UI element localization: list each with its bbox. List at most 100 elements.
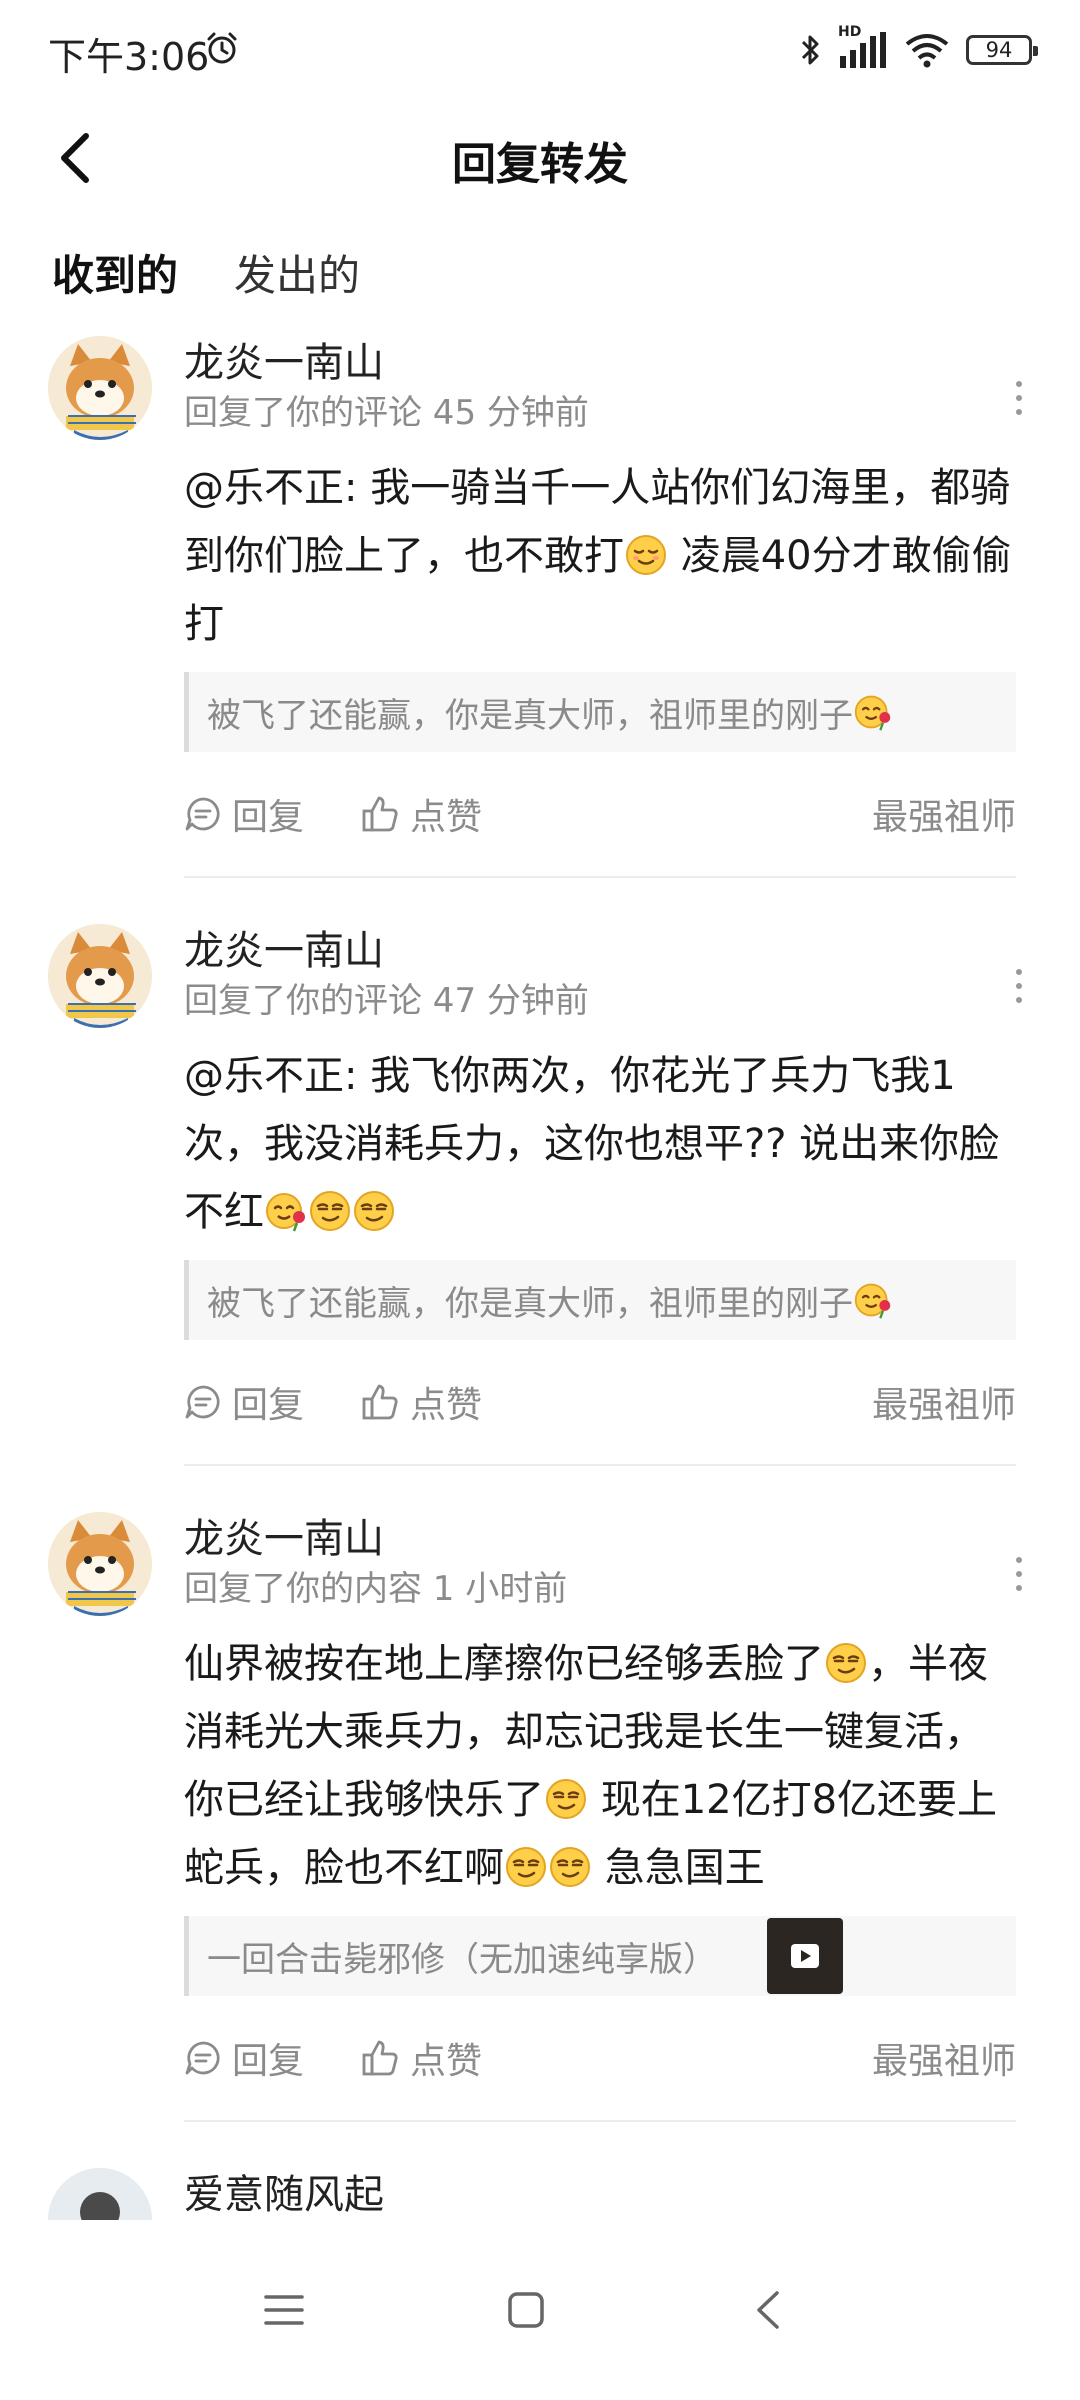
bluetooth-icon: [801, 35, 819, 65]
reply-button[interactable]: 回复: [184, 2032, 304, 2084]
smirk-emoji-icon: [826, 1643, 866, 1683]
quoted-video-title: 一回合击毙邪修（无加速纯享版）: [207, 1939, 717, 1980]
like-button[interactable]: 点赞: [360, 2032, 482, 2084]
like-button[interactable]: 点赞: [360, 788, 482, 840]
list-item: 龙炎一南山 回复了你的评论 47 分钟前 @乐不正: 我飞你两次，你花光了兵力飞…: [0, 918, 1080, 1466]
smirk-emoji-icon: [354, 1191, 394, 1231]
more-options-button[interactable]: [1004, 956, 1034, 1016]
title-bar: 回复转发: [0, 110, 1080, 210]
avatar[interactable]: [48, 924, 152, 1028]
thumbs-up-icon: [362, 2040, 398, 2076]
rose-smile-emoji-icon: [854, 695, 891, 731]
home-button[interactable]: [486, 2270, 566, 2350]
avatar[interactable]: [48, 2168, 152, 2220]
status-bar: 下午3:06 HD 94: [0, 0, 1080, 100]
smirk-emoji-icon: [546, 1779, 586, 1819]
user-name[interactable]: 龙炎一南山: [184, 1506, 1016, 1564]
author-tag: 最强祖师: [872, 1376, 1016, 1428]
reply-meta: 回复了你的评论 47 分钟前: [184, 981, 589, 1021]
more-options-button[interactable]: [1004, 1544, 1034, 1604]
more-options-button[interactable]: [1004, 368, 1034, 428]
play-icon: [791, 1944, 819, 1968]
battery-level: 94: [985, 38, 1013, 62]
reply-text[interactable]: @乐不正: 我一骑当千一人站你们幻海里，都骑到你们脸上了，也不敢打 凌晨40分才…: [184, 454, 1016, 658]
list-item: 龙炎一南山 回复了你的内容 1 小时前 仙界被按在地上摩擦你已经够丢脸了 ，半夜消…: [0, 1506, 1080, 2122]
list-item: 龙炎一南山 回复了你的评论 45 分钟前 @乐不正: 我一骑当千一人站你们幻海里…: [0, 330, 1080, 878]
status-icons: HD 94: [798, 24, 1038, 72]
action-bar: 回复 点赞 最强祖师: [184, 1340, 1016, 1464]
reply-text-part: 急急国王: [592, 1845, 765, 1891]
shiba-avatar-image: [48, 336, 152, 440]
author-tag-label: 最强祖师: [871, 1385, 1016, 1426]
smirk-emoji-icon: [506, 1847, 546, 1887]
page-title: 回复转发: [452, 139, 628, 190]
tab-received[interactable]: 收到的: [52, 242, 178, 303]
reply-text[interactable]: 仙界被按在地上摩擦你已经够丢脸了 ，半夜消耗光大乘兵力，却忘记我是长生一键复活，你…: [184, 1630, 1016, 1902]
home-square-icon: [508, 2292, 544, 2328]
action-bar: 回复 点赞 最强祖师: [184, 1996, 1016, 2120]
reply-list: 龙炎一南山 回复了你的评论 45 分钟前 @乐不正: 我一骑当千一人站你们幻海里…: [0, 330, 1080, 2220]
reply-text[interactable]: @乐不正: 我飞你两次，你花光了兵力飞我1次，我没消耗兵力，这你也想平?? 说出…: [184, 1042, 1016, 1246]
menu-button[interactable]: [244, 2270, 324, 2350]
divider: [184, 1464, 1016, 1466]
comment-bubble-icon: [185, 2041, 220, 2075]
comment-bubble-icon: [185, 1385, 220, 1419]
back-nav-button[interactable]: [728, 2270, 808, 2350]
smirk-emoji-icon: [310, 1191, 350, 1231]
quoted-comment[interactable]: 被飞了还能赢，你是真大师，祖师里的刚子: [184, 1260, 1016, 1340]
like-label: 点赞: [410, 1385, 483, 1426]
thumbs-up-icon: [362, 796, 398, 832]
tab-bar: 收到的 发出的: [0, 242, 1080, 312]
like-button[interactable]: 点赞: [360, 1376, 482, 1428]
thumbs-up-icon: [362, 1384, 398, 1420]
reply-label: 回复: [232, 1385, 305, 1426]
tab-sent[interactable]: 发出的: [234, 242, 360, 303]
reply-button[interactable]: 回复: [184, 1376, 304, 1428]
menu-icon: [264, 2295, 304, 2325]
status-time: 下午3:06: [48, 35, 210, 79]
author-tag: 最强祖师: [872, 788, 1016, 840]
author-tag-label: 最强祖师: [871, 2041, 1016, 2082]
relieved-emoji-icon: [626, 535, 666, 575]
avatar[interactable]: [48, 336, 152, 440]
user-avatar-image: [48, 2168, 152, 2220]
quoted-comment-text: 被飞了还能赢，你是真大师，祖师里的刚子: [207, 1283, 853, 1324]
shiba-avatar-image: [48, 1512, 152, 1616]
quoted-comment-text: 被飞了还能赢，你是真大师，祖师里的刚子: [207, 695, 853, 736]
comment-bubble-icon: [185, 797, 220, 831]
reply-label: 回复: [232, 797, 305, 838]
list-item: 爱意随风起: [0, 2162, 1080, 2220]
like-label: 点赞: [410, 2041, 483, 2082]
divider: [184, 876, 1016, 878]
rose-smile-emoji-icon: [266, 1193, 305, 1232]
shiba-avatar-image: [48, 924, 152, 1028]
reply-label: 回复: [232, 2041, 305, 2082]
action-bar: 回复 点赞 最强祖师: [184, 752, 1016, 876]
user-name[interactable]: 爱意随风起: [184, 2162, 1016, 2220]
avatar[interactable]: [48, 1512, 152, 1616]
author-tag: 最强祖师: [872, 2032, 1016, 2084]
signal-icon: HD: [838, 24, 888, 70]
reply-button[interactable]: 回复: [184, 788, 304, 840]
wifi-icon: [905, 34, 949, 68]
system-nav-bar: [0, 2220, 1080, 2400]
smirk-emoji-icon: [550, 1847, 590, 1887]
divider: [184, 2120, 1016, 2122]
reply-text-part: 仙界被按在地上摩擦你已经够丢脸了: [184, 1641, 824, 1687]
reply-meta: 回复了你的评论 45 分钟前: [184, 393, 589, 433]
reply-meta: 回复了你的内容 1 小时前: [184, 1569, 568, 1609]
rose-smile-emoji-icon: [854, 1283, 891, 1319]
alarm-icon: [207, 32, 237, 64]
user-name[interactable]: 龙炎一南山: [184, 330, 1016, 388]
battery-indicator: 94: [966, 35, 1038, 65]
author-tag-label: 最强祖师: [871, 797, 1016, 838]
user-name[interactable]: 龙炎一南山: [184, 918, 1016, 976]
quoted-comment[interactable]: 被飞了还能赢，你是真大师，祖师里的刚子: [184, 672, 1016, 752]
like-label: 点赞: [410, 797, 483, 838]
quoted-video[interactable]: 一回合击毙邪修（无加速纯享版）: [184, 1916, 1016, 1996]
video-thumbnail[interactable]: [767, 1918, 843, 1994]
triangle-back-icon: [757, 2291, 779, 2329]
